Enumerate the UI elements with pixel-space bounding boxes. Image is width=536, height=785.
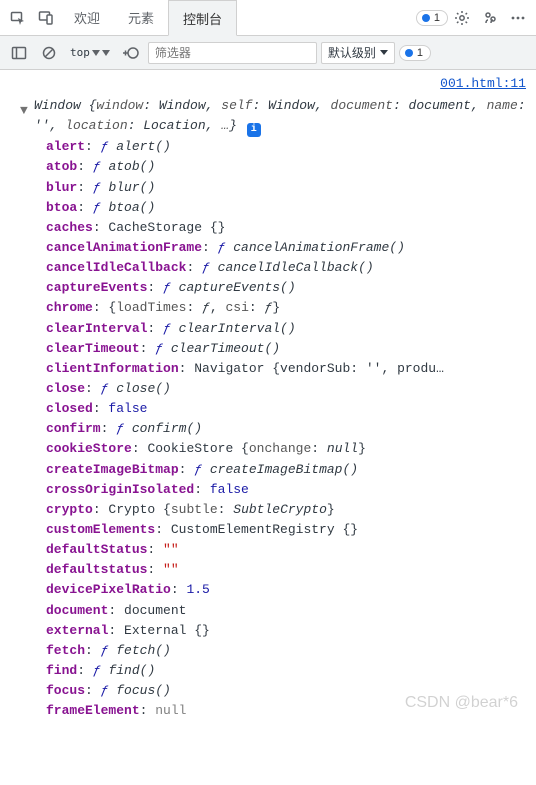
property-row[interactable]: ▶documentdocument (46, 601, 528, 621)
object-header[interactable]: ▼ Window {window: Window, self: Window, … (0, 96, 536, 137)
property-row[interactable]: ▶cachesCacheStorage {} (46, 218, 528, 238)
property-key: blur (46, 180, 93, 195)
settings-gear-icon[interactable] (448, 4, 476, 32)
issue-count: 1 (434, 12, 440, 24)
property-key: captureEvents (46, 280, 163, 295)
property-row[interactable]: ▶alertƒ alert() (46, 137, 528, 157)
property-row[interactable]: ▶cancelAnimationFrameƒ cancelAnimationFr… (46, 238, 528, 258)
tab-elements[interactable]: 元素 (114, 0, 168, 36)
property-row[interactable]: ▶cryptoCrypto {subtle: SubtleCrypto} (46, 500, 528, 520)
property-row[interactable]: ▶captureEventsƒ captureEvents() (46, 278, 528, 298)
property-row[interactable]: ▶cookieStoreCookieStore {onchange: null} (46, 439, 528, 459)
property-key: customElements (46, 522, 171, 537)
properties-list: ▶alertƒ alert()▶atobƒ atob()▶blurƒ blur(… (0, 137, 536, 721)
property-key: cancelAnimationFrame (46, 240, 218, 255)
tab-welcome[interactable]: 欢迎 (60, 0, 114, 36)
property-key: external (46, 623, 124, 638)
property-key: crossOriginIsolated (46, 482, 210, 497)
property-key: defaultstatus (46, 562, 163, 577)
property-key: fetch (46, 643, 101, 658)
inspect-element-icon[interactable] (4, 4, 32, 32)
tab-label: 元素 (128, 8, 154, 27)
issues-badge[interactable]: 1 (416, 10, 448, 26)
property-key: close (46, 381, 101, 396)
property-key: confirm (46, 421, 116, 436)
property-key: createImageBitmap (46, 462, 194, 477)
feedback-icon[interactable] (476, 4, 504, 32)
toggle-sidebar-icon[interactable] (6, 40, 32, 66)
issue-dot-icon (422, 14, 430, 22)
log-level-label: 默认级别 (328, 44, 376, 61)
property-row[interactable]: ▶fetchƒ fetch() (46, 641, 528, 661)
property-row[interactable]: ▶clientInformationNavigator {vendorSub: … (46, 359, 528, 379)
property-row: crossOriginIsolatedfalse (46, 480, 528, 500)
property-key: btoa (46, 200, 93, 215)
property-row[interactable]: ▶findƒ find() (46, 661, 528, 681)
live-expression-icon[interactable] (118, 40, 144, 66)
tab-label: 控制台 (183, 9, 222, 28)
property-row[interactable]: ▶btoaƒ btoa() (46, 198, 528, 218)
property-key: devicePixelRatio (46, 582, 186, 597)
clear-console-icon[interactable] (36, 40, 62, 66)
property-row[interactable]: ▶blurƒ blur() (46, 178, 528, 198)
property-row[interactable]: ▶clearTimeoutƒ clearTimeout() (46, 339, 528, 359)
console-toolbar: top 默认级别 1 (0, 36, 536, 70)
property-key: crypto (46, 502, 108, 517)
more-menu-icon[interactable] (504, 4, 532, 32)
property-key: atob (46, 159, 93, 174)
source-link-row: 001.html:11 (0, 72, 536, 96)
property-row: devicePixelRatio1.5 (46, 580, 528, 600)
property-row: defaultstatus"" (46, 560, 528, 580)
property-key: clientInformation (46, 361, 194, 376)
property-row[interactable]: ▶clearIntervalƒ clearInterval() (46, 319, 528, 339)
property-row[interactable]: ▶externalExternal {} (46, 621, 528, 641)
property-row[interactable]: ▶createImageBitmapƒ createImageBitmap() (46, 460, 528, 480)
property-row[interactable]: ▶confirmƒ confirm() (46, 419, 528, 439)
issues-badge[interactable]: 1 (399, 45, 431, 61)
issue-dot-icon (405, 49, 413, 57)
info-icon[interactable]: i (247, 123, 261, 137)
property-row: frameElementnull (46, 701, 528, 721)
property-key: defaultStatus (46, 542, 163, 557)
source-link[interactable]: 001.html:11 (440, 76, 526, 91)
context-selector[interactable]: top (66, 42, 114, 64)
property-key: clearInterval (46, 321, 163, 336)
property-key: caches (46, 220, 108, 235)
property-key: focus (46, 683, 101, 698)
property-key: find (46, 663, 93, 678)
property-row[interactable]: ▶closeƒ close() (46, 379, 528, 399)
property-row[interactable]: ▶cancelIdleCallbackƒ cancelIdleCallback(… (46, 258, 528, 278)
property-key: closed (46, 401, 108, 416)
property-row: closedfalse (46, 399, 528, 419)
property-key: alert (46, 139, 101, 154)
property-key: cancelIdleCallback (46, 260, 202, 275)
property-row[interactable]: ▶focusƒ focus() (46, 681, 528, 701)
property-row[interactable]: ▶atobƒ atob() (46, 157, 528, 177)
devtools-tabbar: 欢迎 元素 控制台 1 (0, 0, 536, 36)
device-toolbar-icon[interactable] (32, 4, 60, 32)
issue-count: 1 (417, 47, 423, 59)
property-key: frameElement (46, 703, 155, 718)
console-output: 001.html:11 ▼ Window {window: Window, se… (0, 70, 536, 731)
property-key: clearTimeout (46, 341, 155, 356)
property-key: chrome (46, 300, 108, 315)
property-row[interactable]: ▶chrome{loadTimes: ƒ, csi: ƒ} (46, 298, 528, 318)
property-key: cookieStore (46, 441, 147, 456)
log-level-selector[interactable]: 默认级别 (321, 42, 395, 64)
tab-console[interactable]: 控制台 (168, 0, 237, 36)
property-row[interactable]: ▶customElementsCustomElementRegistry {} (46, 520, 528, 540)
filter-input[interactable] (148, 42, 317, 64)
tab-label: 欢迎 (74, 8, 100, 27)
property-row: defaultStatus"" (46, 540, 528, 560)
context-label: top (70, 46, 90, 59)
disclosure-triangle-icon[interactable]: ▼ (20, 101, 28, 121)
property-key: document (46, 603, 124, 618)
